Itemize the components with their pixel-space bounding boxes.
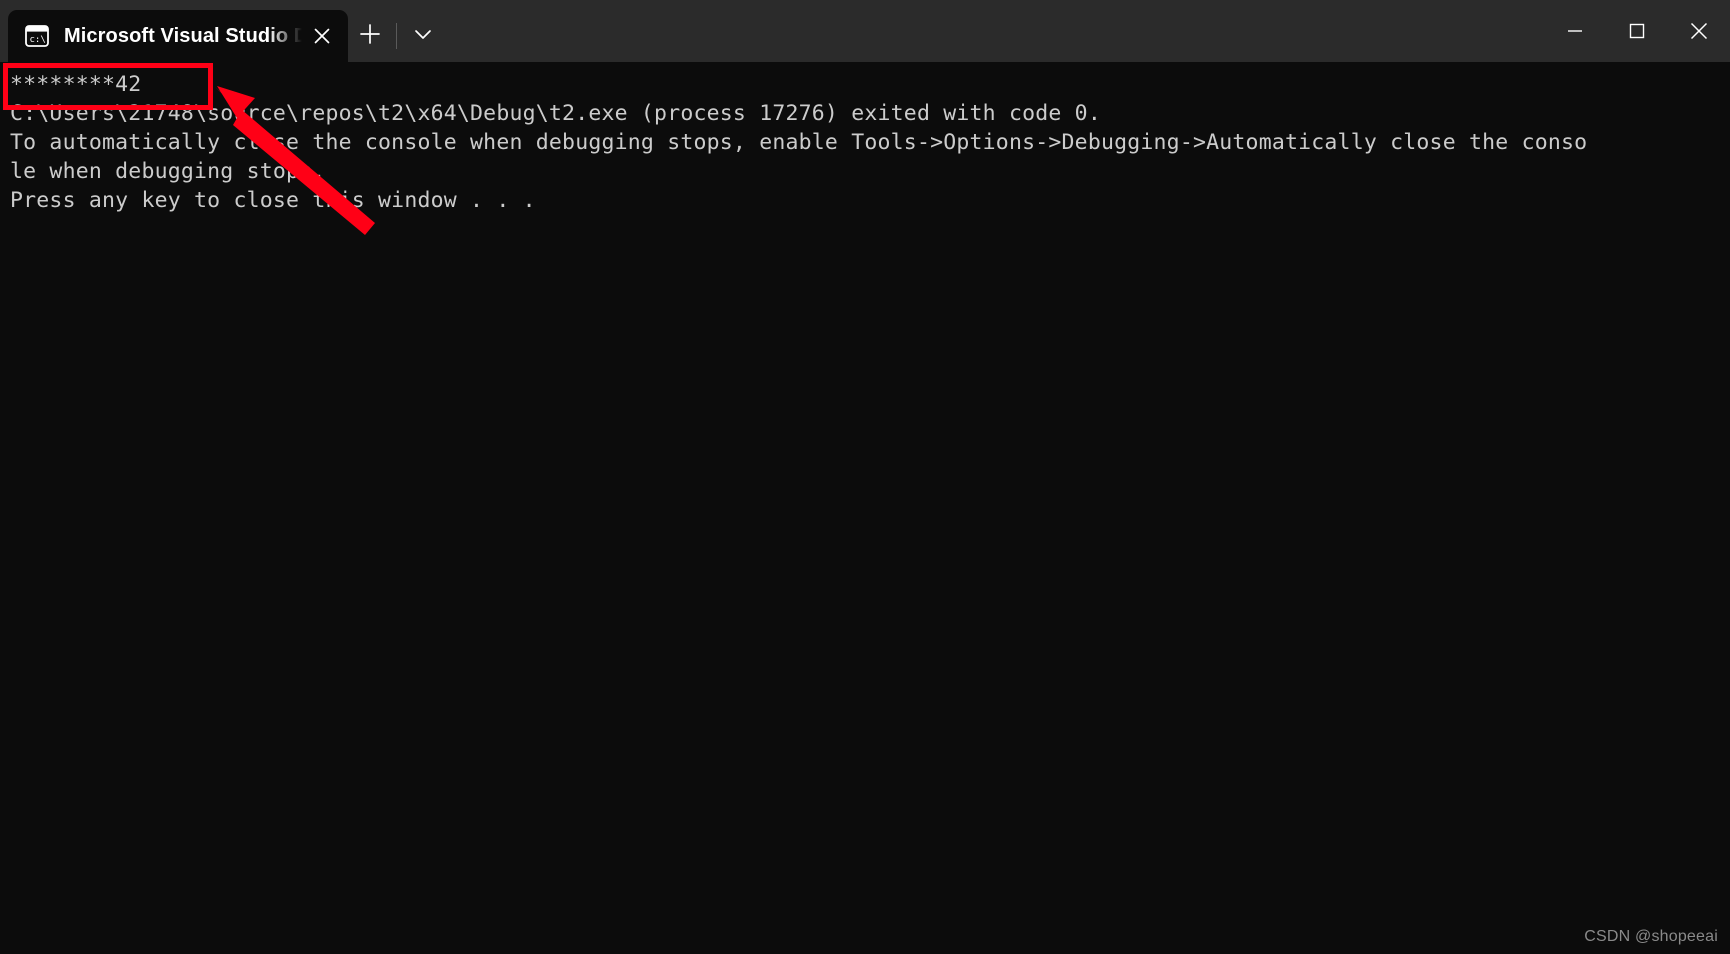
close-window-button[interactable] — [1668, 0, 1730, 62]
close-icon[interactable] — [302, 16, 342, 56]
console-line: C:\Users\21748\source\repos\t2\x64\Debug… — [10, 101, 1101, 126]
console-line: le when debugging stops. — [10, 159, 326, 184]
chevron-down-icon — [412, 23, 434, 50]
tab-strip: c:\ Microsoft Visual Studio Debug — [0, 0, 1544, 62]
watermark: CSDN @shopeeai — [1584, 928, 1718, 945]
close-icon — [1687, 19, 1711, 43]
console-line: To automatically close the console when … — [10, 130, 1588, 155]
tab-visual-studio-debug-console[interactable]: c:\ Microsoft Visual Studio Debug — [8, 10, 348, 62]
console-line: ********42 — [10, 72, 142, 97]
console-line: Press any key to close this window . . . — [10, 188, 536, 213]
minimize-button[interactable] — [1544, 0, 1606, 62]
console-output-area[interactable]: ********42 C:\Users\21748\source\repos\t… — [0, 62, 1730, 954]
toolbar-divider — [396, 23, 397, 49]
console-cmd-icon: c:\ — [24, 24, 50, 48]
maximize-icon — [1626, 20, 1648, 42]
plus-icon — [359, 23, 381, 50]
new-tab-button[interactable] — [348, 10, 392, 62]
minimize-icon — [1564, 20, 1586, 42]
svg-text:c:\: c:\ — [30, 35, 46, 45]
tab-dropdown-button[interactable] — [401, 10, 445, 62]
caption-buttons — [1544, 0, 1730, 62]
tab-title: Microsoft Visual Studio Debug — [64, 25, 302, 47]
title-bar: c:\ Microsoft Visual Studio Debug — [0, 0, 1730, 62]
maximize-button[interactable] — [1606, 0, 1668, 62]
terminal-window: c:\ Microsoft Visual Studio Debug — [0, 0, 1730, 954]
